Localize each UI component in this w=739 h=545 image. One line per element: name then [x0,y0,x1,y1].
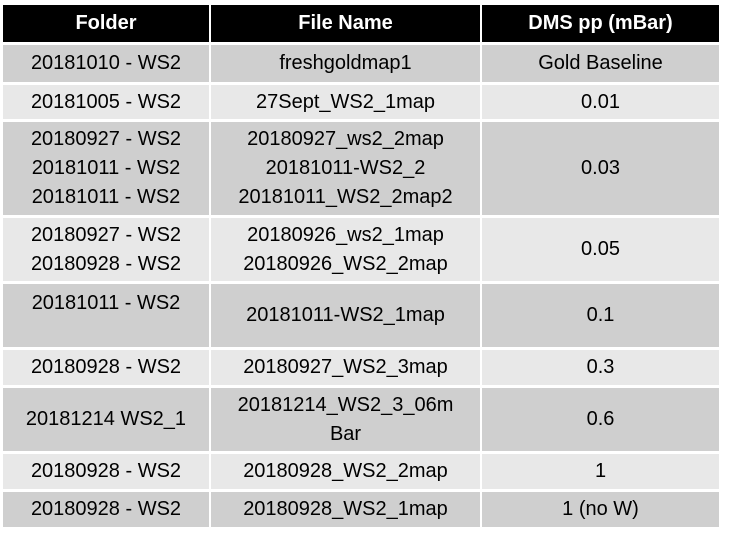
file-name-text: 20181214_WS2_3_06m [237,393,454,416]
folder-text: 20180928 - WS2 [30,252,182,275]
folder-cell: 20180928 - WS2 [3,492,211,530]
file-name-text: 20181011-WS2_2 [265,157,426,179]
file-name-text: 20180926_WS2_2map [243,252,448,275]
file-name-cell: 20180928_WS2_1map [211,492,482,530]
dms-cell: Gold Baseline [482,45,719,85]
folder-text: 20180928 - WS2 [30,460,182,482]
folder-text: 20181011 - WS2 [31,157,181,179]
file-name-text: 20180927_ws2_2map [247,128,444,150]
data-table: Folder File Name DMS pp (mBar) 20181010 … [3,5,719,530]
table-row: 20180927 - WS2 20180928 - WS2 20180926_w… [3,218,719,284]
file-name-text: 20180928_WS2_2map [243,460,448,482]
folder-text: 20181005 - WS2 [30,90,182,113]
file-name-cell: 20180926_ws2_1map 20180926_WS2_2map [211,218,482,284]
folder-cell: 20181011 - WS2 [3,284,211,350]
file-name-text: 20180928_WS2_1map [243,498,448,520]
file-name-cell: freshgoldmap1 [211,45,482,85]
folder-cell: 20180928 - WS2 [3,350,211,388]
folder-cell: 20181214 WS2_1 [3,388,211,454]
file-name-cell: 20181214_WS2_3_06m Bar [211,388,482,454]
folder-text: 20181010 - WS2 [30,52,182,74]
table-row: 20181214 WS2_1 20181214_WS2_3_06m Bar 0.… [3,388,719,454]
folder-text: 20180928 - WS2 [30,498,182,520]
file-name-text: freshgoldmap1 [279,52,412,74]
folder-cell: 20181005 - WS2 [3,85,211,122]
folder-text: 20180927 - WS2 [30,128,182,150]
table-row: 20180928 - WS2 20180928_WS2_1map 1 (no W… [3,492,719,530]
file-name-cell: 20180927_ws2_2map 20181011-WS2_2 2018101… [211,122,482,218]
table-row: 20180928 - WS2 20180928_WS2_2map 1 [3,454,719,492]
dms-cell: 1 (no W) [482,492,719,530]
file-name-cell: 20180928_WS2_2map [211,454,482,492]
header-file-name: File Name [211,5,482,45]
folder-cell: 20181010 - WS2 [3,45,211,85]
dms-cell: 0.05 [482,218,719,284]
file-name-text: 20181011_WS2_2map2 [238,186,453,208]
folder-text: 20181011 - WS2 [31,186,181,208]
dms-cell: 0.1 [482,284,719,350]
table-row: 20181005 - WS2 27Sept_WS2_1map 0.01 [3,85,719,122]
folder-text: 20181011 - WS2 [31,292,181,314]
file-name-text: 20180926_ws2_1map [247,223,444,246]
file-name-cell: 27Sept_WS2_1map [211,85,482,122]
header-folder: Folder [3,5,211,45]
dms-cell: 0.01 [482,85,719,122]
file-name-text: 20181011-WS2_1map [246,304,445,326]
dms-cell: 1 [482,454,719,492]
dms-cell: 0.3 [482,350,719,388]
table-row: 20180928 - WS2 20180927_WS2_3map 0.3 [3,350,719,388]
file-name-cell: 20181011-WS2_1map [211,284,482,350]
header-row: Folder File Name DMS pp (mBar) [3,5,719,45]
folder-text: 20180928 - WS2 [30,356,182,378]
table-row: 20181010 - WS2 freshgoldmap1 Gold Baseli… [3,45,719,85]
file-name-text: 27Sept_WS2_1map [255,90,435,113]
folder-cell: 20180927 - WS2 20180928 - WS2 [3,218,211,284]
file-name-text: 20180927_WS2_3map [243,356,448,378]
file-name-text: Bar [329,422,362,445]
folder-text: 20181214 WS2_1 [25,408,187,430]
folder-text: 20180927 - WS2 [30,223,182,246]
dms-cell: 0.03 [482,122,719,218]
header-dms-pp: DMS pp (mBar) [482,5,719,45]
folder-cell: 20180927 - WS2 20181011 - WS2 20181011 -… [3,122,211,218]
table-row: 20181011 - WS2 20181011-WS2_1map 0.1 [3,284,719,350]
table-row: 20180927 - WS2 20181011 - WS2 20181011 -… [3,122,719,218]
folder-cell: 20180928 - WS2 [3,454,211,492]
file-name-cell: 20180927_WS2_3map [211,350,482,388]
dms-cell: 0.6 [482,388,719,454]
